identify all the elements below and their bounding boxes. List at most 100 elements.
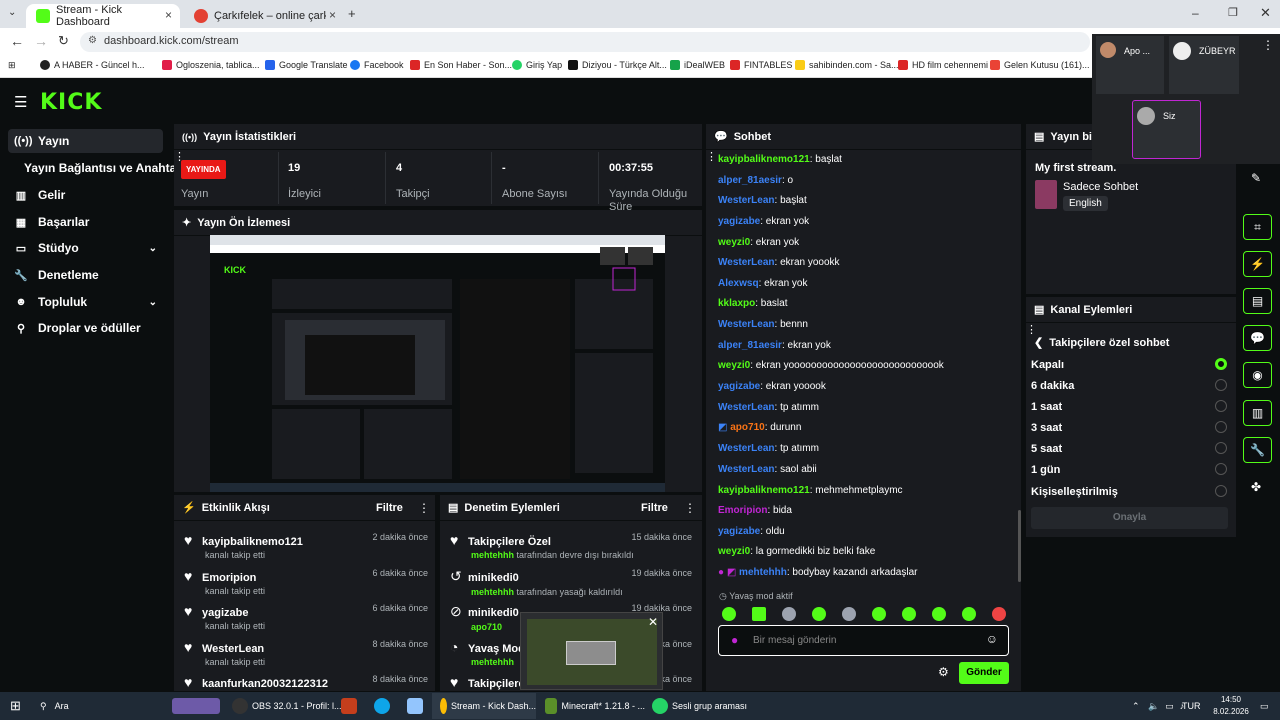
chat-username[interactable]: WesterLean <box>718 319 775 330</box>
close-window-button[interactable]: ✕ <box>1260 5 1271 21</box>
taskbar-app-edge[interactable] <box>374 692 394 720</box>
taskbar-preview-thumbnail[interactable]: ✕ <box>520 612 663 690</box>
chat-scrollbar[interactable] <box>1018 510 1021 582</box>
url-field[interactable]: dashboard.kick.com/stream <box>80 32 1090 52</box>
activity-filter-button[interactable]: Filtre <box>376 502 403 514</box>
tray-chevron-icon[interactable]: ⌃ <box>1132 692 1140 720</box>
bookmark-en-son-haber[interactable]: En Son Haber - Son... <box>410 60 512 70</box>
sidebar-item-stream-key[interactable]: Yayın Bağlantısı ve Anahtarı <box>8 156 184 180</box>
emote-icon[interactable] <box>752 607 766 621</box>
taskbar-app-whatsapp[interactable]: Sesli grup araması <box>652 692 747 720</box>
clip-button[interactable]: ⌗ <box>1243 214 1272 240</box>
radio-button[interactable] <box>1215 442 1227 454</box>
sidebar-item-basarilar[interactable]: ▦ Başarılar <box>8 210 163 234</box>
radio-button[interactable] <box>1215 400 1227 412</box>
tab-carkifelek[interactable]: Çarkıfelek – online çark çevirme × <box>184 4 344 28</box>
back-icon[interactable]: ← <box>10 33 24 49</box>
taskbar-search[interactable]: ⚲ Ara <box>40 692 69 720</box>
apps-grid-icon[interactable]: ⊞ <box>8 60 16 71</box>
chat-button[interactable]: 💬 <box>1243 325 1272 351</box>
chat-username[interactable]: WesterLean <box>718 443 775 454</box>
chat-username[interactable]: yagizabe <box>718 216 760 227</box>
emote-icon[interactable] <box>932 607 946 621</box>
call-tile[interactable]: Apo ... <box>1096 36 1164 94</box>
followers-only-back[interactable]: ❮ Takipçilere özel sohbet <box>1034 336 1169 349</box>
chat-username[interactable]: yagizabe <box>718 381 760 392</box>
site-info-icon[interactable]: ⚙ <box>88 35 97 46</box>
chat-username[interactable]: apo710 <box>730 422 764 433</box>
broadcast-button[interactable]: ◉ <box>1243 362 1272 388</box>
chat-username[interactable]: kayipbaliknemo121 <box>718 485 810 496</box>
more-options-icon[interactable]: ⋮ <box>684 501 696 515</box>
bookmark-hd-film[interactable]: HD film cehennemi <box>898 60 988 70</box>
kick-logo[interactable]: KICK <box>40 90 102 115</box>
minimize-window-button[interactable]: – <box>1192 6 1199 20</box>
followers-only-option[interactable]: 1 gün <box>1031 464 1226 476</box>
bookmark-sahibinden[interactable]: sahibinden.com - Sa... <box>795 60 899 70</box>
chat-username[interactable]: kklaxpo <box>718 298 755 309</box>
emote-icon[interactable] <box>872 607 886 621</box>
radio-button[interactable] <box>1215 463 1227 475</box>
emote-icon[interactable] <box>992 607 1006 621</box>
emote-icon[interactable] <box>842 607 856 621</box>
bookmark-ogloszenia[interactable]: Ogloszenia, tablica... <box>162 60 260 70</box>
language-indicator[interactable]: TUR <box>1182 692 1201 720</box>
taskbar-app-obs[interactable]: OBS 32.0.1 - Profil: l... <box>232 692 342 720</box>
hamburger-menu-icon[interactable]: ☰ <box>14 93 27 111</box>
close-icon[interactable]: × <box>165 8 172 22</box>
emote-icon[interactable] <box>782 607 796 621</box>
more-options-icon[interactable]: ⋮ <box>418 501 430 515</box>
chat-settings-icon[interactable]: ⚙ <box>938 665 949 679</box>
call-menu-icon[interactable]: ⋮ <box>1262 38 1274 52</box>
chat-username[interactable]: WesterLean <box>718 195 775 206</box>
chat-input-box[interactable]: ● Bir mesaj gönderin ☺ <box>718 625 1009 656</box>
radio-button[interactable] <box>1215 485 1227 497</box>
chat-username[interactable]: Alexwsq <box>718 278 759 289</box>
edit-icon[interactable]: ✎ <box>1251 171 1261 185</box>
start-button[interactable]: ⊞ <box>10 692 21 720</box>
bookmark-gmail[interactable]: Gelen Kutusu (161)... <box>990 60 1090 70</box>
document-button[interactable]: ▤ <box>1243 288 1272 314</box>
stream-preview-video[interactable]: KICK <box>210 235 665 492</box>
tools-button[interactable]: 🔧 <box>1243 437 1272 463</box>
bookmark-facebook[interactable]: Facebook <box>350 60 404 70</box>
chat-username[interactable]: alper_81aesir <box>718 175 782 186</box>
followers-only-option[interactable]: 3 saat <box>1031 422 1226 434</box>
emoji-icon[interactable]: ☺ <box>986 632 998 646</box>
followers-only-option[interactable]: Kişiselleştirilmiş <box>1031 486 1226 498</box>
chat-username[interactable]: WesterLean <box>718 402 775 413</box>
bookmark-a-haber[interactable]: A HABER - Güncel h... <box>40 60 145 70</box>
sidebar-item-yayin[interactable]: ((•)) Yayın <box>8 129 163 153</box>
chat-username[interactable]: alper_81aesir <box>718 340 782 351</box>
followers-only-option[interactable]: 5 saat <box>1031 443 1226 455</box>
new-tab-button[interactable]: + <box>348 6 356 21</box>
emote-icon[interactable] <box>812 607 826 621</box>
chat-username[interactable]: yagizabe <box>718 526 760 537</box>
taskbar-widget[interactable] <box>172 692 224 720</box>
sidebar-item-droplar[interactable]: ⚲ Droplar ve ödüller <box>8 316 163 340</box>
confirm-button[interactable]: Onayla <box>1031 507 1228 529</box>
radio-button[interactable] <box>1215 379 1227 391</box>
bookmark-diziyou[interactable]: Diziyou - Türkçe Alt... <box>568 60 667 70</box>
reload-icon[interactable]: ↻ <box>58 33 69 49</box>
lightning-button[interactable]: ⚡ <box>1243 251 1272 277</box>
bookmark-idealweb[interactable]: iDealWEB <box>670 60 725 70</box>
followers-only-option[interactable]: 6 dakika <box>1031 380 1226 392</box>
sidebar-item-gelir[interactable]: ▥ Gelir <box>8 183 163 207</box>
emote-icon[interactable] <box>962 607 976 621</box>
tab-stream-kick-dashboard[interactable]: Stream - Kick Dashboard × <box>26 4 180 28</box>
chat-username[interactable]: weyzi0 <box>718 237 750 248</box>
taskbar-app-photos[interactable] <box>407 692 427 720</box>
forward-icon[interactable]: → <box>34 33 48 49</box>
taskbar-app-chrome[interactable]: Stream - Kick Dash... <box>432 693 536 719</box>
chat-username[interactable]: Emoripion <box>718 505 767 516</box>
moderation-filter-button[interactable]: Filtre <box>641 502 668 514</box>
sidebar-item-studyo[interactable]: ▭ Stüdyo ⌄ <box>8 236 163 260</box>
followers-only-option[interactable]: Kapalı <box>1031 359 1226 371</box>
chat-username[interactable]: weyzi0 <box>718 360 750 371</box>
chat-username[interactable]: WesterLean <box>718 464 775 475</box>
taskbar-app-minecraft[interactable]: Minecraft* 1.21.8 - ... <box>545 692 645 720</box>
taskbar-app-powerpoint[interactable] <box>341 692 361 720</box>
tab-list-chevron-icon[interactable]: ⌄ <box>8 7 16 18</box>
tray-system-icons[interactable]: 🔈 ▭ ♪ <box>1148 692 1184 720</box>
